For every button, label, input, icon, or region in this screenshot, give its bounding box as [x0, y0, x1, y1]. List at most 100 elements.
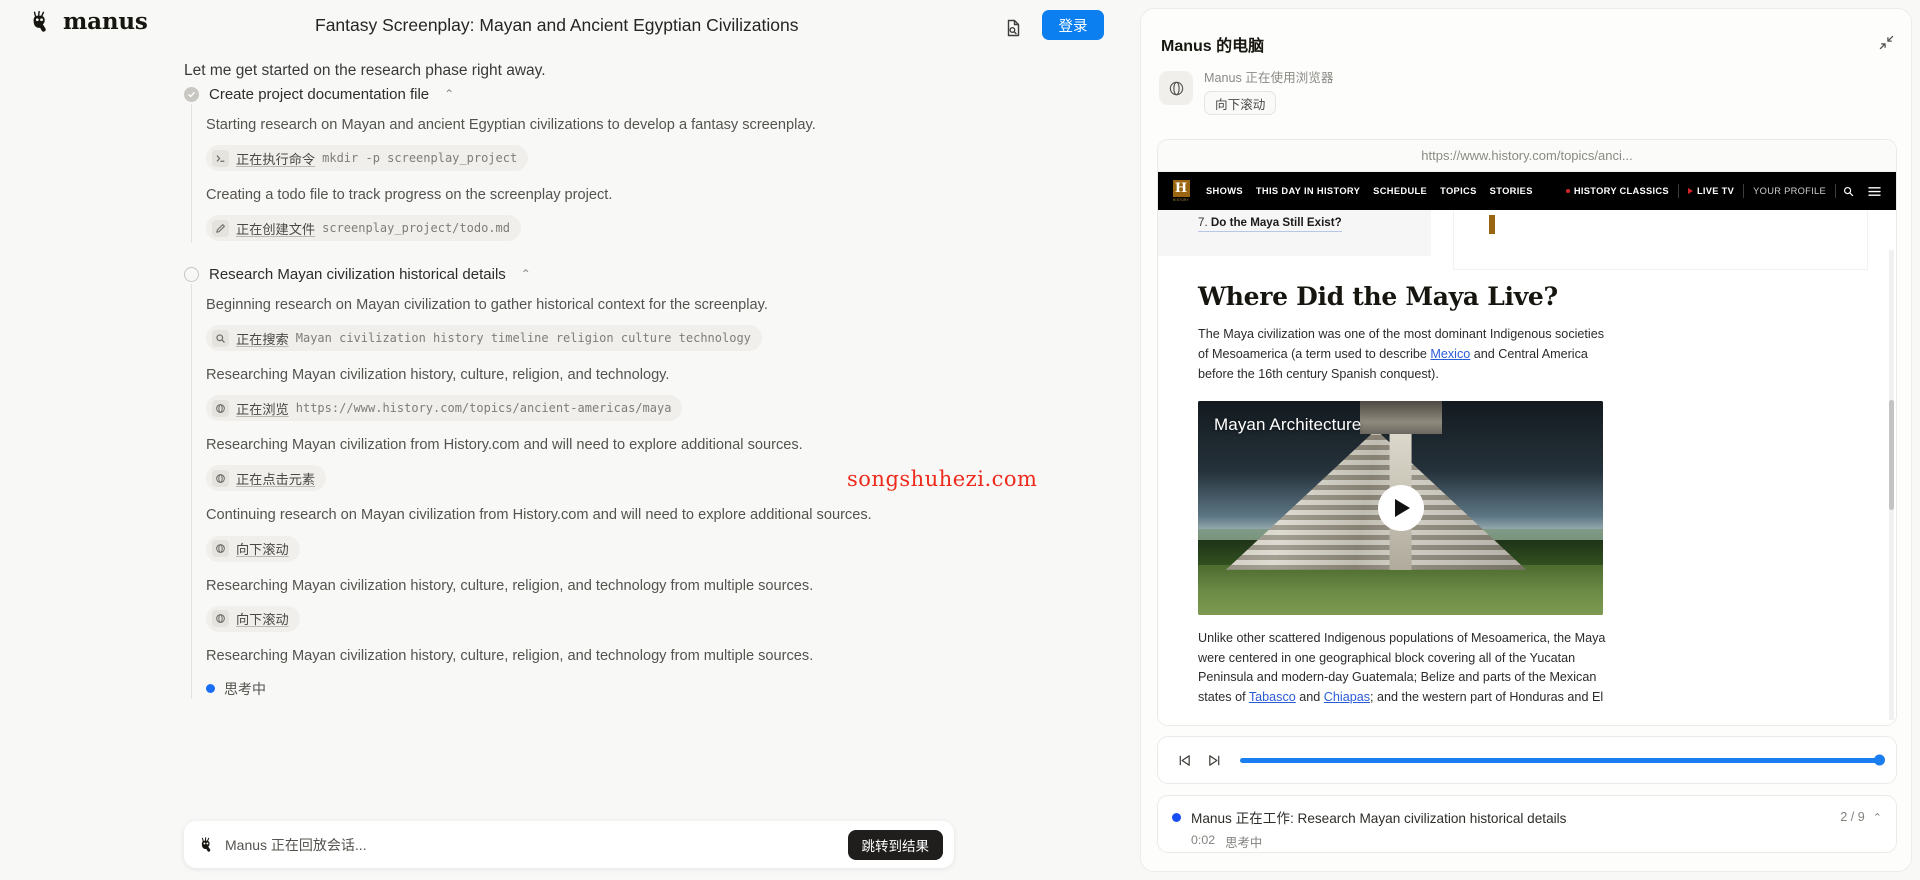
nav-item-your-profile[interactable]: YOUR PROFILE	[1744, 184, 1836, 198]
action-chip-search[interactable]: 正在搜索 Mayan civilization history timeline…	[206, 325, 762, 352]
action-chip-browse[interactable]: 正在浏览 https://www.history.com/topics/anci…	[206, 395, 683, 422]
step-message: Researching Mayan civilization from Hist…	[206, 437, 803, 454]
jump-to-result-button[interactable]: 跳转到结果	[847, 829, 943, 860]
scrollbar-thumb[interactable]	[1889, 400, 1894, 510]
chevron-up-icon[interactable]: ⌃	[521, 268, 531, 280]
progress-slider[interactable]	[1240, 754, 1885, 766]
browser-icon	[212, 540, 229, 558]
manus-logo-icon	[33, 10, 46, 32]
link-chiapas[interactable]: Chiapas	[1324, 690, 1370, 704]
nav-item-this-day-in-history[interactable]: THIS DAY IN HISTORY	[1256, 186, 1360, 196]
step-message: Researching Mayan civilization history, …	[206, 367, 670, 384]
article-page: 7. Do the Maya Still Exist? Where Did th…	[1158, 210, 1896, 725]
pencil-icon	[212, 219, 229, 237]
status-row-secondary: 0:02 思考中	[1191, 833, 1882, 851]
search-icon	[212, 329, 229, 347]
play-icon[interactable]	[1377, 484, 1424, 531]
hamburger-menu-icon[interactable]	[1861, 186, 1888, 197]
status-step-count: 2 / 9	[1840, 810, 1865, 824]
browser-icon	[212, 610, 229, 628]
step-message: Researching Mayan civilization history, …	[206, 647, 814, 664]
search-icon[interactable]	[1836, 186, 1861, 197]
step-status-pending-icon	[184, 266, 199, 282]
step-title: Create project documentation file	[209, 85, 430, 103]
step-body: Starting research on Mayan and ancient E…	[191, 104, 816, 244]
video-thumbnail-mayan-architecture[interactable]: Mayan Architecture	[1198, 400, 1603, 615]
brand-logo[interactable]: manus	[28, 8, 148, 35]
nav-item-live-tv[interactable]: LIVE TV	[1679, 184, 1745, 198]
action-chip-create-file[interactable]: 正在创建文件 screenplay_project/todo.md	[206, 215, 521, 242]
conversation-title: Fantasy Screenplay: Mayan and Ancient Eg…	[315, 15, 799, 35]
collapse-icon[interactable]	[1875, 31, 1897, 53]
chip-label: 正在创建文件	[236, 221, 316, 237]
replay-status-bar: Manus 正在回放会话... 跳转到结果	[184, 821, 954, 868]
browser-icon	[212, 469, 229, 487]
top-bar: manus Fantasy Screenplay: Mayan and Anci…	[0, 0, 1140, 56]
replay-player	[1157, 736, 1897, 784]
chevron-up-icon[interactable]: ⌃	[444, 88, 454, 100]
browser-icon	[1159, 71, 1193, 105]
nav-item-stories[interactable]: STORIES	[1490, 186, 1533, 196]
login-button[interactable]: 登录	[1042, 10, 1104, 40]
chip-code: screenplay_project/todo.md	[322, 221, 510, 236]
intro-message: Let me get started on the research phase…	[184, 62, 546, 79]
nav-item-shows[interactable]: SHOWS	[1206, 186, 1243, 196]
step-status-done-icon	[184, 86, 199, 102]
link-mexico[interactable]: Mexico	[1430, 347, 1470, 361]
nav-item-history-classics[interactable]: HISTORY CLASSICS	[1557, 184, 1679, 198]
play-triangle	[1395, 498, 1410, 517]
status-row-primary: Manus 正在工作: Research Mayan civilization …	[1172, 807, 1882, 827]
paragraph-text: and	[1295, 690, 1324, 705]
step-message: Starting research on Mayan and ancient E…	[206, 117, 816, 133]
history-logo-sub: HISTORY	[1172, 198, 1190, 202]
chip-code: mkdir -p screenplay_project	[322, 151, 518, 166]
action-chip-click-element[interactable]: 正在点击元素	[206, 465, 327, 492]
slider-knob[interactable]	[1874, 754, 1885, 766]
browser-scrollbar[interactable]	[1889, 250, 1894, 720]
tool-caption: Manus 正在使用浏览器	[1204, 71, 1334, 85]
chip-code: https://www.history.com/topics/ancient-a…	[295, 401, 672, 416]
toc-number: 7.	[1198, 216, 1208, 229]
chip-label: 向下滚动	[236, 542, 289, 558]
chip-label: 向下滚动	[236, 612, 289, 628]
browser-viewport: H HISTORY SHOWS THIS DAY IN HISTORY SCHE…	[1158, 172, 1896, 725]
step-message: Continuing research on Mayan civilizatio…	[206, 507, 872, 524]
history-nav-links: SHOWS THIS DAY IN HISTORY SCHEDULE TOPIC…	[1206, 186, 1533, 196]
brand-wordmark: manus	[63, 8, 148, 35]
toc-label: Do the Maya Still Exist?	[1210, 216, 1342, 229]
action-chip-scroll-down[interactable]: 向下滚动	[206, 535, 300, 562]
history-logo-icon[interactable]: H HISTORY	[1170, 178, 1192, 204]
document-search-icon[interactable]	[1000, 14, 1028, 42]
step-forward-icon[interactable]	[1204, 750, 1224, 770]
step-header[interactable]: Research Mayan civilization historical d…	[184, 264, 872, 284]
manus-logo-icon	[201, 836, 211, 852]
article-heading: Where Did the Maya Live?	[1198, 282, 1558, 311]
browser-url-bar[interactable]: https://www.history.com/topics/anci...	[1158, 140, 1896, 172]
watermark: songshuhezi.com	[847, 467, 1038, 491]
action-chip-scroll-down[interactable]: 向下滚动	[206, 605, 300, 632]
skip-to-start-icon[interactable]	[1174, 750, 1194, 770]
link-tabasco[interactable]: Tabasco	[1249, 690, 1296, 704]
chevron-up-icon[interactable]: ⌃	[1873, 811, 1882, 824]
nav-item-topics[interactable]: TOPICS	[1440, 186, 1477, 196]
chip-label: 正在点击元素	[236, 471, 316, 487]
history-nav-utility: HISTORY CLASSICS LIVE TV YOUR PROFILE	[1557, 184, 1888, 198]
play-triangle-icon	[1687, 188, 1693, 194]
nav-label: LIVE TV	[1696, 186, 1735, 196]
task-status-card: Manus 正在工作: Research Mayan civilization …	[1157, 795, 1897, 853]
browser-frame: https://www.history.com/topics/anci... H…	[1157, 139, 1897, 726]
status-elapsed-time: 0:02	[1191, 833, 1216, 847]
chip-label: 正在浏览	[236, 401, 289, 417]
step-body: Beginning research on Mayan civilization…	[191, 284, 872, 699]
step-header[interactable]: Create project documentation file ⌃	[184, 84, 816, 104]
toc-entry-do-the-maya-still-exist[interactable]: 7. Do the Maya Still Exist?	[1198, 216, 1342, 232]
history-logo-letter: H	[1172, 180, 1190, 197]
action-chip-run-command[interactable]: 正在执行命令 mkdir -p screenplay_project	[206, 145, 529, 172]
tool-action-chip[interactable]: 向下滚动	[1204, 91, 1277, 115]
message-thread: Let me get started on the research phase…	[0, 56, 1140, 816]
video-pyramid-temple	[1359, 400, 1442, 434]
thinking-label: 思考中	[224, 680, 266, 697]
replay-status-text: Manus 正在回放会话...	[225, 836, 367, 853]
article-body: Where Did the Maya Live? The Maya civili…	[1198, 282, 1606, 708]
nav-item-schedule[interactable]: SCHEDULE	[1373, 186, 1427, 196]
